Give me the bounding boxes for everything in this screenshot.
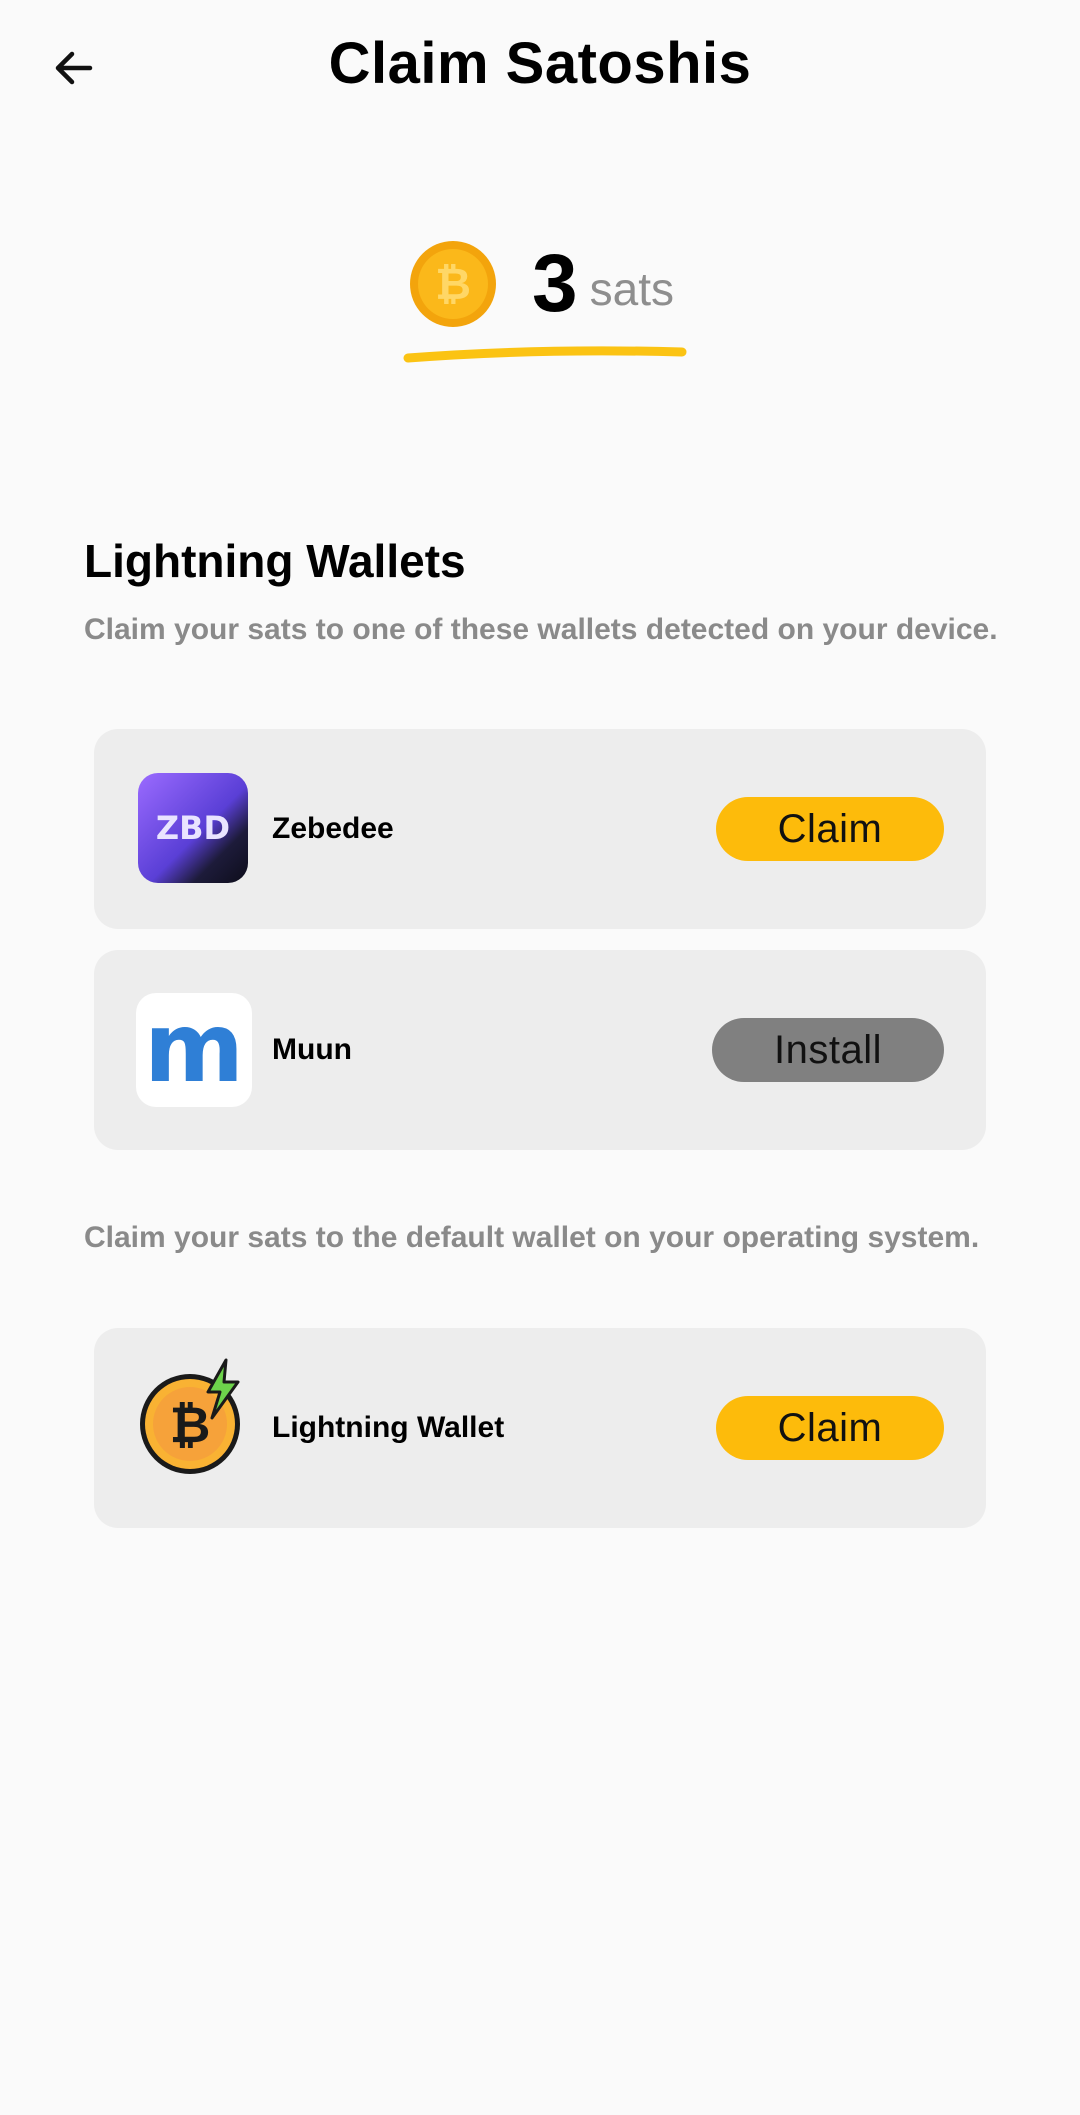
wallet-name: Zebedee bbox=[272, 812, 394, 845]
sats-unit: sats bbox=[589, 263, 674, 315]
claim-default-wallet-button[interactable]: Claim bbox=[716, 1396, 944, 1460]
svg-text:₿: ₿ bbox=[170, 1396, 211, 1454]
sats-amount: 3 bbox=[532, 238, 578, 329]
svg-text:m: m bbox=[144, 993, 244, 1104]
app-header: Claim Satoshis bbox=[0, 0, 1080, 140]
page-title: Claim Satoshis bbox=[328, 31, 752, 96]
install-muun-button[interactable]: Install bbox=[712, 1018, 944, 1082]
svg-text:ZBD: ZBD bbox=[156, 809, 230, 847]
svg-text:₿: ₿ bbox=[435, 259, 471, 310]
lightning-wallets-description: Claim your sats to one of these wallets … bbox=[84, 613, 998, 646]
lightning-wallet-icon: ₿ bbox=[138, 1358, 248, 1482]
lightning-wallets-title: Lightning Wallets bbox=[84, 535, 466, 587]
wallet-name: Muun bbox=[272, 1033, 352, 1066]
wallet-name: Lightning Wallet bbox=[272, 1411, 505, 1444]
default-wallet-description: Claim your sats to the default wallet on… bbox=[84, 1221, 980, 1254]
sats-balance: ₿ 3 sats bbox=[408, 234, 674, 334]
zebedee-app-icon: ZBD bbox=[138, 773, 248, 883]
wallet-card-muun: m Muun Install bbox=[94, 950, 986, 1150]
muun-app-icon: m bbox=[136, 993, 252, 1107]
balance-underline bbox=[403, 346, 687, 363]
bitcoin-coin-icon: ₿ bbox=[410, 241, 496, 327]
claim-zebedee-button[interactable]: Claim bbox=[716, 797, 944, 861]
wallet-card-default: ₿ Lightning Wallet Claim bbox=[94, 1328, 986, 1528]
wallet-card-zebedee: ZBD Zebedee Claim bbox=[94, 729, 986, 929]
